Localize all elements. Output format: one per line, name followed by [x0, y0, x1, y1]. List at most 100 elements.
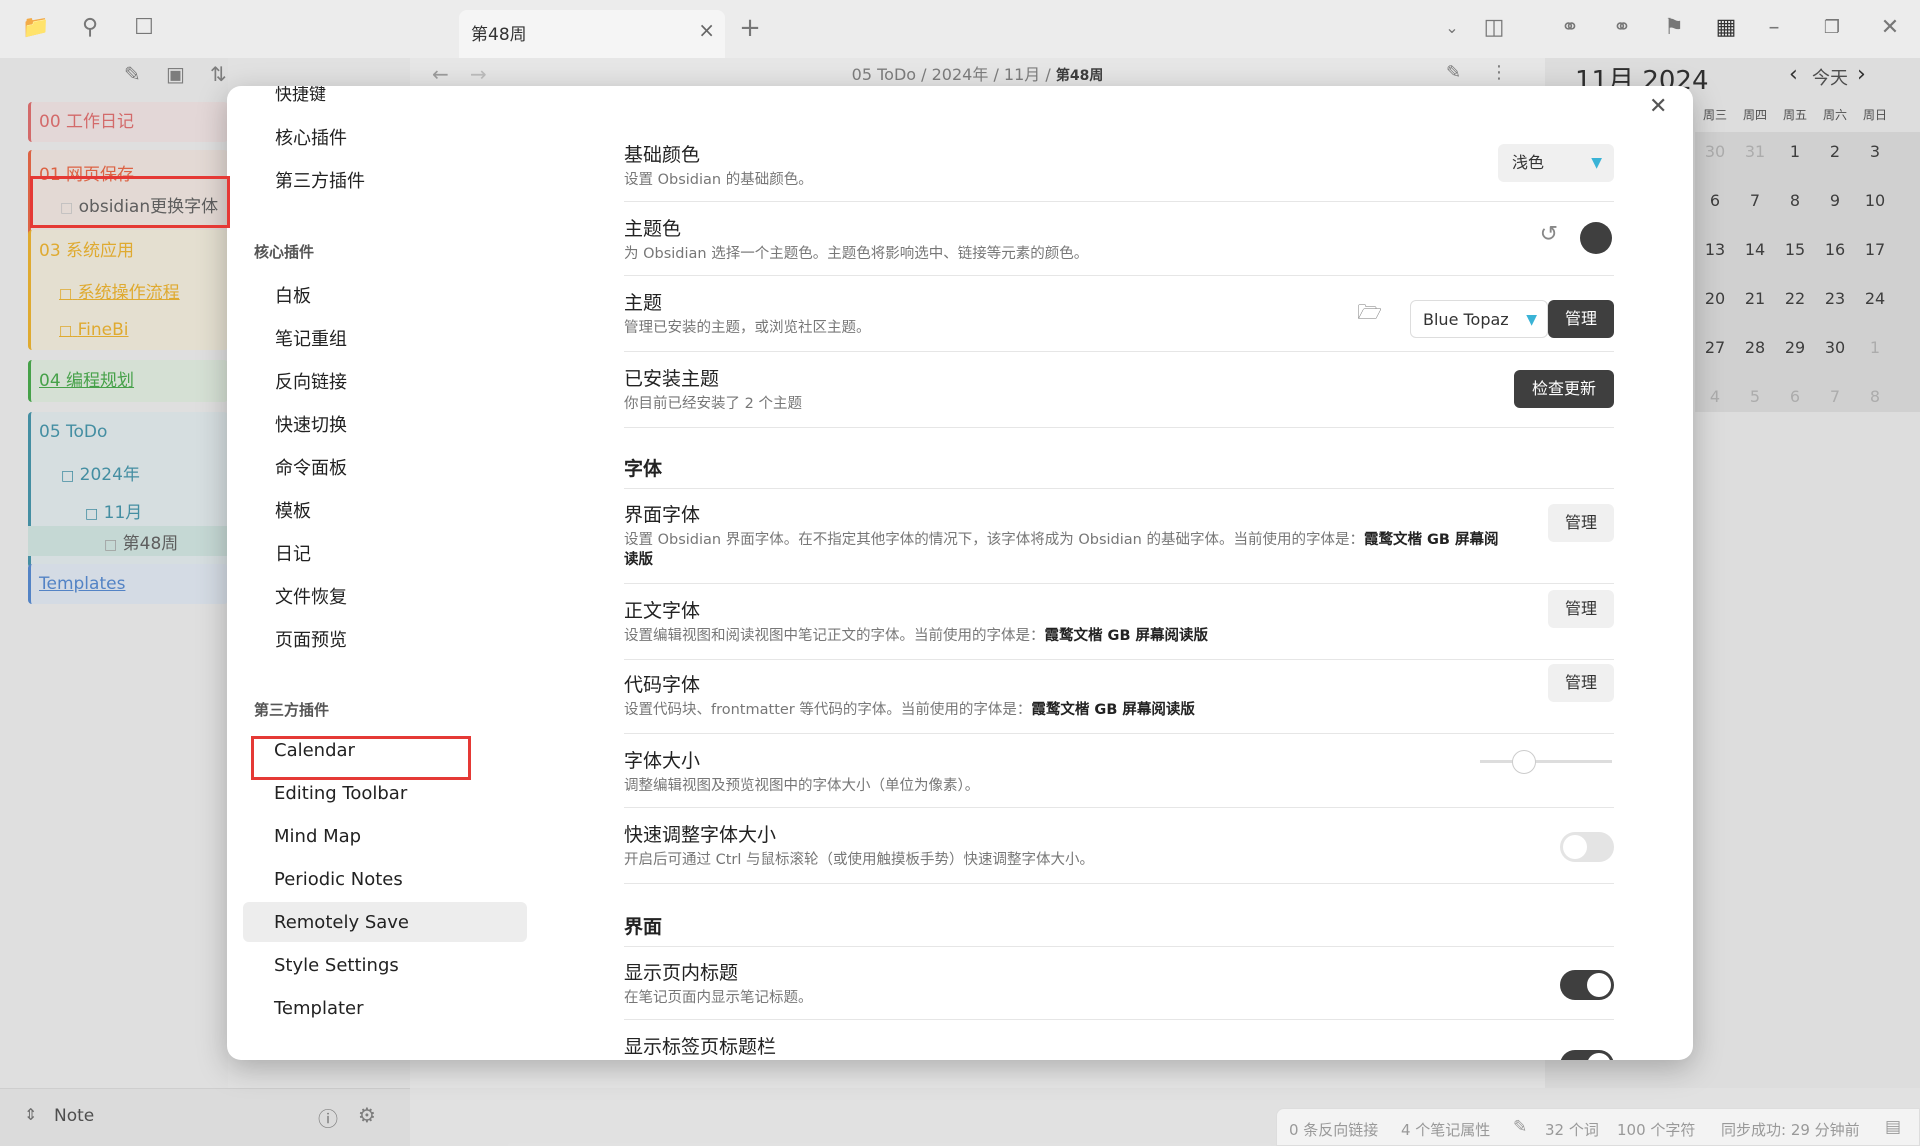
check-updates-button[interactable]: 检查更新: [1514, 370, 1614, 408]
highlight-box-calendar: [251, 736, 471, 780]
nav-heading-community: 第三方插件: [254, 701, 330, 719]
chevron-down-icon[interactable]: ⌄: [1434, 12, 1470, 44]
setting-ui-font: 界面字体 设置 Obsidian 界面字体。在不指定其他字体的情况下，该字体将成…: [624, 500, 1614, 584]
setting-quick-font: 快速调整字体大小 开启后可通过 Ctrl 与鼠标滚轮（或使用触摸板手势）快速调整…: [624, 820, 1614, 884]
setting-desc: 设置编辑视图和阅读视图中笔记正文的字体。当前使用的字体是：霞鹜文楷 GB 屏幕阅…: [624, 626, 1504, 646]
nav-core-item[interactable]: 白板: [275, 282, 311, 308]
setting-title: 主题色: [624, 218, 682, 240]
theme-select[interactable]: Blue Topaz ▼: [1410, 300, 1548, 338]
manage-text-font-button[interactable]: 管理: [1548, 590, 1614, 628]
nav-community-item[interactable]: Style Settings: [274, 955, 399, 976]
setting-desc: 你目前已经安装了 2 个主题: [624, 396, 802, 412]
minimize-icon[interactable]: –: [1756, 12, 1792, 44]
toggle-knob: [1563, 835, 1587, 859]
setting-title: 显示标签页标题栏: [624, 1036, 777, 1058]
dropdown-caret-icon: ▼: [1591, 155, 1602, 171]
setting-title: 主题: [624, 292, 663, 314]
toggle-knob: [1587, 973, 1611, 997]
title-bar: 📁 ⚲ ☐ 第48周 × + ⌄ ◫ ⚭ ⚭ ⚑ ▦ – ❐ ✕: [0, 0, 1920, 58]
reset-icon[interactable]: ↺: [1540, 222, 1558, 247]
backlinks-count[interactable]: 0 条反向链接: [1289, 1119, 1378, 1140]
tag-icon[interactable]: ⚑: [1656, 12, 1692, 44]
nav-community-item[interactable]: Remotely Save: [274, 912, 409, 933]
setting-title: 显示页内标题: [624, 962, 739, 984]
nav-core-item[interactable]: 日记: [275, 540, 311, 566]
slider-handle[interactable]: [1511, 750, 1536, 774]
nav-core-item[interactable]: 快速切换: [275, 411, 347, 437]
setting-base-color: 基础颜色 设置 Obsidian 的基础颜色。 浅色 ▼: [624, 140, 1614, 202]
setting-desc: 设置代码块、frontmatter 等代码的字体。当前使用的字体是：霞鹜文楷 G…: [624, 700, 1504, 720]
nav-community-item[interactable]: Templater: [274, 998, 364, 1019]
restore-icon[interactable]: ❐: [1814, 12, 1850, 44]
setting-title: 快速调整字体大小: [624, 824, 777, 846]
manage-themes-button[interactable]: 管理: [1548, 300, 1614, 338]
unlink-icon[interactable]: ⚭: [1604, 12, 1640, 44]
setting-tab-title-bar: 显示标签页标题栏: [624, 1032, 1614, 1060]
setting-code-font: 代码字体 设置代码块、frontmatter 等代码的字体。当前使用的字体是：霞…: [624, 664, 1614, 734]
nav-community-item[interactable]: Mind Map: [274, 826, 361, 847]
nav-community-item[interactable]: Editing Toolbar: [274, 783, 407, 804]
quick-font-toggle[interactable]: [1560, 832, 1614, 862]
settings-content: 基础颜色 设置 Obsidian 的基础颜色。 浅色 ▼ 主题色 为 Obsid…: [624, 86, 1614, 1060]
window-close-icon[interactable]: ✕: [1872, 12, 1908, 44]
setting-title: 代码字体: [624, 674, 701, 696]
nav-core-plugins[interactable]: 核心插件: [275, 124, 347, 150]
properties-count[interactable]: 4 个笔记属性: [1401, 1119, 1490, 1140]
calendar-icon[interactable]: ▦: [1708, 12, 1744, 44]
folder-icon[interactable]: 📁: [18, 12, 54, 44]
status-bar: 0 条反向链接 4 个笔记属性 ✎ 32 个词 100 个字符 同步成功: 29…: [1276, 1108, 1920, 1146]
desc-text: 设置编辑视图和阅读视图中笔记正文的字体。当前使用的字体是：: [624, 628, 1045, 644]
nav-core-item[interactable]: 文件恢复: [275, 583, 347, 609]
nav-core-item[interactable]: 笔记重组: [275, 325, 347, 351]
select-value: Blue Topaz: [1423, 310, 1509, 329]
sync-icon[interactable]: ▤: [1885, 1117, 1901, 1137]
char-count: 100 个字符: [1617, 1121, 1696, 1139]
setting-accent-color: 主题色 为 Obsidian 选择一个主题色。主题色将影响选中、链接等元素的颜色…: [624, 214, 1614, 276]
search-icon[interactable]: ⚲: [72, 12, 108, 44]
nav-core-item[interactable]: 页面预览: [275, 626, 347, 652]
setting-title: 基础颜色: [624, 144, 701, 166]
nav-heading-core: 核心插件: [254, 243, 315, 261]
accent-color-swatch[interactable]: [1580, 222, 1612, 254]
setting-theme: 主题 管理已安装的主题，或浏览社区主题。 🗁 Blue Topaz ▼ 管理: [624, 288, 1614, 352]
manage-ui-font-button[interactable]: 管理: [1548, 504, 1614, 542]
sidebar-toggle-icon[interactable]: ◫: [1476, 12, 1512, 44]
highlight-box-obsidian-file: [30, 176, 230, 228]
nav-community-item[interactable]: Periodic Notes: [274, 869, 403, 890]
setting-title: 正文字体: [624, 600, 701, 622]
nav-hotkeys[interactable]: 快捷键: [275, 86, 326, 105]
tab-week48[interactable]: 第48周 ×: [459, 10, 725, 58]
folder-icon[interactable]: 🗁: [1357, 298, 1382, 332]
inline-title-toggle[interactable]: [1560, 970, 1614, 1000]
section-divider: [624, 488, 1614, 489]
sync-status[interactable]: 同步成功: 29 分钟前: [1721, 1119, 1860, 1140]
font-size-slider[interactable]: [1480, 750, 1612, 774]
desc-text: 设置代码块、frontmatter 等代码的字体。当前使用的字体是：: [624, 702, 1032, 718]
setting-title: 已安装主题: [624, 368, 720, 390]
tab-title-bar-toggle[interactable]: [1560, 1050, 1614, 1060]
setting-text-font: 正文字体 设置编辑视图和阅读视图中笔记正文的字体。当前使用的字体是：霞鹜文楷 G…: [624, 590, 1614, 660]
tab-title: 第48周: [471, 25, 527, 45]
link-icon[interactable]: ⚭: [1552, 12, 1588, 44]
new-tab-icon[interactable]: +: [732, 12, 768, 44]
select-value: 浅色: [1512, 153, 1545, 172]
section-interface: 界面: [624, 916, 663, 938]
nav-core-item[interactable]: 模板: [275, 497, 311, 523]
nav-community-plugins[interactable]: 第三方插件: [275, 167, 365, 193]
settings-nav: 快捷键 核心插件 第三方插件 核心插件 白板笔记重组反向链接快速切换命令面板模板…: [227, 86, 549, 1060]
toggle-knob: [1587, 1053, 1611, 1060]
nav-core-item[interactable]: 命令面板: [275, 454, 347, 480]
bookmark-icon[interactable]: ☐: [126, 12, 162, 44]
edit-mode-icon[interactable]: ✎: [1513, 1117, 1527, 1137]
word-count: 32 个词: [1545, 1121, 1599, 1139]
close-icon[interactable]: ×: [698, 18, 715, 42]
setting-font-size: 字体大小 调整编辑视图及预览视图中的字体大小（单位为像素）。: [624, 746, 1614, 808]
nav-core-item[interactable]: 反向链接: [275, 368, 347, 394]
base-color-select[interactable]: 浅色 ▼: [1498, 144, 1614, 182]
dropdown-caret-icon: ▼: [1526, 312, 1537, 328]
settings-modal: ✕ 快捷键 核心插件 第三方插件 核心插件 白板笔记重组反向链接快速切换命令面板…: [227, 86, 1693, 1060]
close-icon[interactable]: ✕: [1649, 94, 1667, 119]
setting-installed-themes: 已安装主题 你目前已经安装了 2 个主题 检查更新: [624, 364, 1614, 428]
manage-code-font-button[interactable]: 管理: [1548, 664, 1614, 702]
desc-text: 设置 Obsidian 界面字体。在不指定其他字体的情况下，该字体将成为 Obs…: [624, 532, 1364, 548]
